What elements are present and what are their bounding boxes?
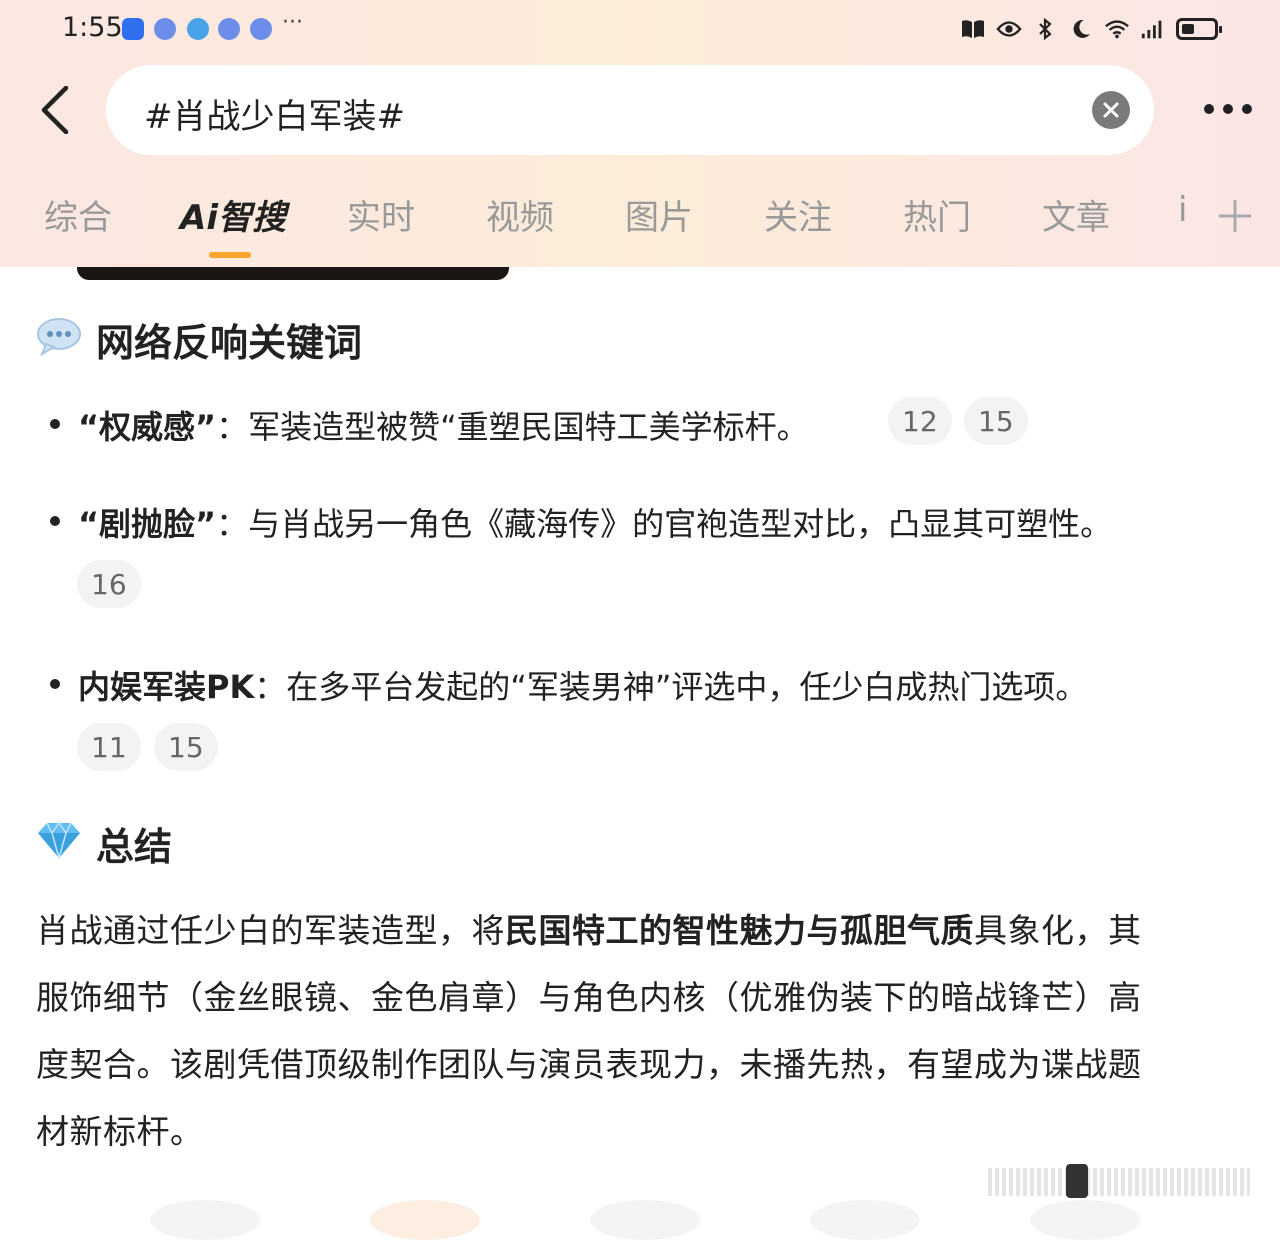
- citation-badge[interactable]: 12: [888, 397, 952, 445]
- bullet-point: [50, 419, 60, 429]
- keyword-description: ：与肖战另一角色《藏海传》的官袍造型对比，凸显其可塑性。: [216, 505, 1113, 543]
- bottom-action-button[interactable]: [370, 1200, 480, 1240]
- bluetooth-icon: [1032, 16, 1058, 42]
- tab-partial[interactable]: i: [1178, 190, 1187, 230]
- eye-icon: [996, 16, 1022, 42]
- citation-badge[interactable]: 11: [77, 723, 141, 771]
- bottom-action-button[interactable]: [590, 1200, 700, 1240]
- tab-comprehensive[interactable]: 综合: [44, 190, 112, 239]
- bullet-point: [50, 679, 60, 689]
- moon-icon: [1068, 16, 1094, 42]
- keyword-item-1: “权威感”：军装造型被赞“重塑民国特工美学标杆。: [78, 402, 809, 448]
- reading-mode-icon: [960, 16, 986, 42]
- keywords-heading: 网络反响关键词: [96, 321, 363, 365]
- wifi-icon: [1104, 16, 1130, 42]
- battery-icon: [1176, 18, 1222, 40]
- status-time: 1:55: [62, 12, 123, 43]
- clear-search-button[interactable]: [1092, 91, 1130, 129]
- notification-baidu-icon: [218, 18, 240, 40]
- keyword-description: ：军装造型被赞“重塑民国特工美学标杆。: [216, 408, 809, 446]
- keyword-item-3: 内娱军装PK：在多平台发起的“军装男神”评选中，任少白成热门选项。: [78, 662, 1087, 708]
- bottom-action-button[interactable]: [150, 1200, 260, 1240]
- back-button[interactable]: [30, 82, 80, 138]
- status-bar: 1:55 ···: [0, 0, 1280, 60]
- tab-following[interactable]: 关注: [764, 190, 832, 239]
- citation-badge[interactable]: 15: [154, 723, 218, 771]
- tab-ai-search[interactable]: Ai智搜: [180, 190, 286, 239]
- keyword-item-2: “剧抛脸”：与肖战另一角色《藏海传》的官袍造型对比，凸显其可塑性。: [78, 499, 1112, 545]
- more-options-button[interactable]: [1196, 94, 1260, 124]
- keyword-label: “权威感”: [78, 408, 217, 446]
- speech-bubble-icon: [36, 316, 82, 357]
- tab-articles[interactable]: 文章: [1042, 190, 1110, 239]
- notification-app-icon: [122, 18, 144, 40]
- summary-highlight: 民国特工的智性魅力与孤胆气质: [505, 911, 974, 950]
- search-input[interactable]: #肖战少白军装#: [106, 65, 1154, 155]
- search-query: #肖战少白军装#: [144, 97, 405, 137]
- diamond-icon: [36, 820, 82, 861]
- bullet-point: [50, 516, 60, 526]
- summary-text-line: 肖战通过任少白的军装造型，将民国特工的智性魅力与孤胆气质具象化，其: [36, 911, 1142, 950]
- summary-text-line: 材新标杆。: [36, 1112, 204, 1151]
- citation-badge[interactable]: 16: [77, 560, 141, 608]
- tab-realtime[interactable]: 实时: [347, 190, 415, 239]
- tab-images[interactable]: 图片: [625, 190, 693, 239]
- add-tab-button[interactable]: [1215, 196, 1255, 236]
- tab-bar: 综合 Ai智搜 实时 视频 图片 关注 热门 文章 i: [0, 190, 1280, 250]
- active-tab-indicator: [209, 252, 251, 258]
- summary-text-line: 服饰细节（金丝眼镜、金色肩章）与角色内核（优雅伪装下的暗战锋芒）高: [36, 978, 1142, 1017]
- notification-baidu-icon: [154, 18, 176, 40]
- notification-browser-icon: [187, 18, 209, 40]
- tab-video[interactable]: 视频: [486, 190, 554, 239]
- watermark-bar: [988, 1168, 1250, 1196]
- chevron-left-icon: [41, 86, 69, 134]
- bottom-action-button[interactable]: [810, 1200, 920, 1240]
- keyword-description: ：在多平台发起的“军装男神”评选中，任少白成热门选项。: [254, 668, 1088, 706]
- citation-badge[interactable]: 15: [964, 397, 1028, 445]
- notification-baidu-icon: [250, 18, 272, 40]
- video-thumbnail[interactable]: [77, 267, 509, 280]
- signal-icon: [1140, 16, 1166, 42]
- close-icon: [1103, 102, 1119, 118]
- tab-hot[interactable]: 热门: [903, 190, 971, 239]
- bottom-action-button[interactable]: [1030, 1200, 1140, 1240]
- summary-heading: 总结: [96, 825, 173, 869]
- more-notifications-icon: ···: [282, 10, 303, 35]
- keyword-label: 内娱军装PK: [78, 668, 255, 706]
- plus-icon: [1219, 200, 1251, 232]
- keyword-label: “剧抛脸”: [78, 505, 217, 543]
- summary-text-line: 度契合。该剧凭借顶级制作团队与演员表现力，未播先热，有望成为谍战题: [36, 1045, 1142, 1084]
- watermark-marker: [1066, 1164, 1088, 1198]
